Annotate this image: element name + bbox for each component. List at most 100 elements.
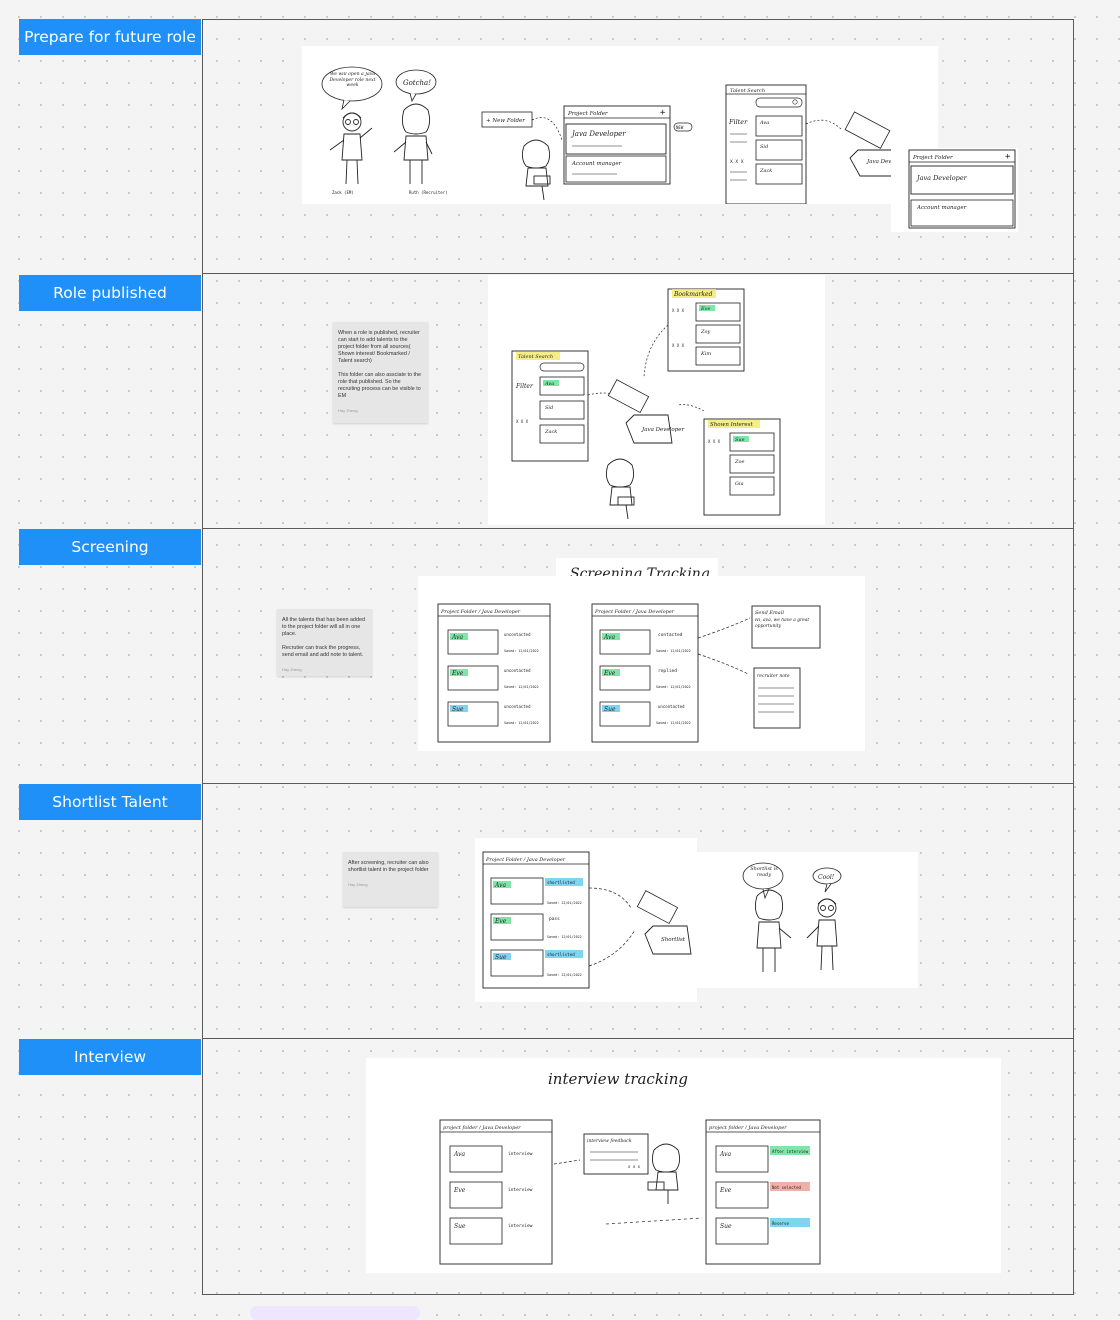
after-folder-account: Account manager (916, 205, 967, 211)
shortlist-folder-label: Shortlist (661, 937, 686, 943)
after-folder-java: Java Developer (915, 174, 968, 182)
interview-left-eve-status: interview (508, 1187, 533, 1193)
interview-tracking-title: interview tracking (548, 1070, 688, 1088)
note-screening-author: Hay Zheng (282, 667, 302, 672)
screening-left-ava-status: uncontacted (504, 632, 531, 637)
screening-left-sue: Sue (452, 706, 464, 713)
person-em-figure (329, 112, 373, 185)
interview-left-ava: Ava (453, 1151, 465, 1158)
screening-right-header: Project Folder / Java Developer (594, 609, 675, 615)
interview-left-eve: Eve (453, 1187, 466, 1194)
talent-card-zack: Zack (759, 168, 772, 174)
screening-left-eve-saved: Saved: 12/01/2022 (504, 685, 539, 689)
published-card-zack: Zack (544, 429, 557, 435)
talent-card-sid: Sid (760, 144, 768, 150)
interest-card-gia: Gia (735, 481, 744, 487)
talent-search-xxx: X X X (730, 159, 744, 165)
svg-text:+: + (660, 108, 666, 118)
note-author: Hay Zheng (338, 408, 358, 413)
screening-right-sue: Sue (604, 706, 616, 713)
published-card-sid: Sid (545, 405, 553, 411)
interview-right-eve-status: Not selected (772, 1185, 801, 1190)
screening-left-header: Project Folder / Java Developer (440, 609, 521, 615)
shortlist-sue-saved: Saved: 12/01/2022 (547, 973, 582, 977)
screening-left-sue-saved: Saved: 12/01/2022 (504, 721, 539, 725)
shortlist-eve-saved: Saved: 12/01/2022 (547, 935, 582, 939)
project-folder-title: Project Folder (567, 111, 608, 117)
folder-java-developer: Java Developer (570, 130, 626, 138)
note-role-published-p2: This folder can also assciate to the rol… (338, 372, 421, 399)
screening-right-eve: Eve (603, 670, 616, 677)
note-screening-p2: Recrutier can track the progress, send e… (282, 645, 364, 658)
shortlist-ava-saved: Saved: 12/01/2022 (547, 901, 582, 905)
published-talent-search-title: Talent Search (518, 354, 553, 360)
shortlist-eve: Eve (494, 918, 507, 925)
shortlist-em-figure (806, 898, 838, 971)
sketch-prepare-main: We will open a Java Developer role next … (302, 46, 938, 204)
shortlist-ava: Ava (494, 882, 506, 889)
note-shortlist-p1: After screening, recruiter can also shor… (348, 860, 429, 873)
screening-right-ava-saved: Saved: 12/01/2022 (656, 649, 691, 653)
svg-text:+: + (1005, 152, 1011, 162)
sketch-role-published: Bookmarked X X X Eve Zoy Kim X X X Talen… (488, 275, 825, 525)
shortlist-sue-status: shortlisted (547, 952, 575, 957)
recruiter-note-title: recruiter note (757, 673, 790, 679)
lane-label-prepare[interactable]: Prepare for future role (19, 19, 201, 55)
interview-left-header: project folder / Java Developer (443, 1125, 521, 1131)
shortlist-folder-header: Project Folder / Java Developer (485, 857, 566, 863)
sketch-prepare-folder-after: Project Folder + Java Developer Account … (891, 148, 1018, 232)
screening-left-ava-saved: Saved: 12/01/2022 (504, 649, 539, 653)
sticky-note-screening[interactable]: All the talents that has been added to t… (277, 609, 372, 676)
shown-interest-title: Shown Interest (710, 422, 754, 428)
shown-interest-xxx: X X X (708, 439, 721, 444)
shortlist-bubble2-text: Cool! (818, 874, 835, 881)
interview-feedback-title: interview feedback (587, 1138, 632, 1144)
screening-right-eve-status: replied (658, 668, 677, 674)
interview-right-ava-status: After interview (772, 1149, 809, 1154)
lane-label-shortlist[interactable]: Shortlist Talent (19, 784, 201, 820)
screening-left-eve-status: uncontacted (504, 668, 531, 673)
note-shortlist-author: Hay Zheng (348, 882, 368, 887)
sticky-note-role-published[interactable]: When a role is published, recruiter can … (333, 322, 428, 423)
bookmarked-xxx-2: X X X (672, 343, 685, 348)
lane-label-screening[interactable]: Screening (19, 529, 201, 565)
lane-label-interview[interactable]: Interview (19, 1039, 201, 1075)
interest-card-sue: Sue (735, 437, 745, 443)
screening-right-sue-status: uncontacted (658, 704, 685, 709)
published-recruiter-figure (605, 458, 635, 520)
person-recruiter-caption: Ruth (Recruiter) (409, 190, 448, 195)
bookmarked-title: Bookmarked (673, 291, 713, 298)
bubble-em-text: We will open a Java Developer role next … (329, 72, 376, 88)
interview-right-eve: Eve (719, 1187, 732, 1194)
note-role-published-p1: When a role is published, recruiter can … (338, 330, 420, 364)
published-search-xxx: X X X (516, 419, 529, 424)
talent-search-filter: Filter (728, 118, 748, 126)
screening-left-sue-status: uncontacted (504, 704, 531, 709)
talent-search-title: Talent Search (730, 88, 765, 94)
shortlist-eve-status: pass (549, 917, 560, 922)
sitting-recruiter-figure (521, 139, 551, 201)
sticky-note-shortlist[interactable]: After screening, recruiter can also shor… (343, 852, 438, 907)
note-screening-p1: All the talents that has been added to t… (282, 617, 366, 637)
sketch-screening: Project Folder / Java Developer Ava unco… (418, 576, 865, 751)
interview-right-sue: Sue (720, 1223, 732, 1230)
talent-card-ava: Ava (759, 120, 769, 126)
person-recruiter-figure (393, 103, 433, 184)
bottom-partial-sticky (250, 1306, 420, 1320)
bubble-recruiter-text: Gotcha! (403, 79, 431, 87)
screening-right-ava-status: contacted (658, 632, 683, 638)
bookmarked-card-eve: Eve (700, 306, 710, 312)
interview-right-header: project folder / Java Developer (709, 1125, 787, 1131)
published-card-ava: Ava (544, 381, 554, 387)
bookmarked-card-kim: Kim (700, 351, 711, 357)
interview-left-sue: Sue (454, 1223, 466, 1230)
published-filter: Filter (515, 383, 534, 390)
sketch-interview: interview tracking project folder / Java… (366, 1058, 1001, 1273)
screening-right-ava: Ava (603, 634, 615, 641)
shortlist-sue: Sue (495, 954, 507, 961)
screening-left-ava: Ava (451, 634, 463, 641)
shortlist-ava-status: shortlisted (547, 880, 575, 885)
screening-right-sue-saved: Saved: 12/01/2022 (656, 721, 691, 725)
lane-label-role-published[interactable]: Role published (19, 275, 201, 311)
sketch-shortlist-people: Shortlist is ready Cool! (697, 852, 918, 988)
